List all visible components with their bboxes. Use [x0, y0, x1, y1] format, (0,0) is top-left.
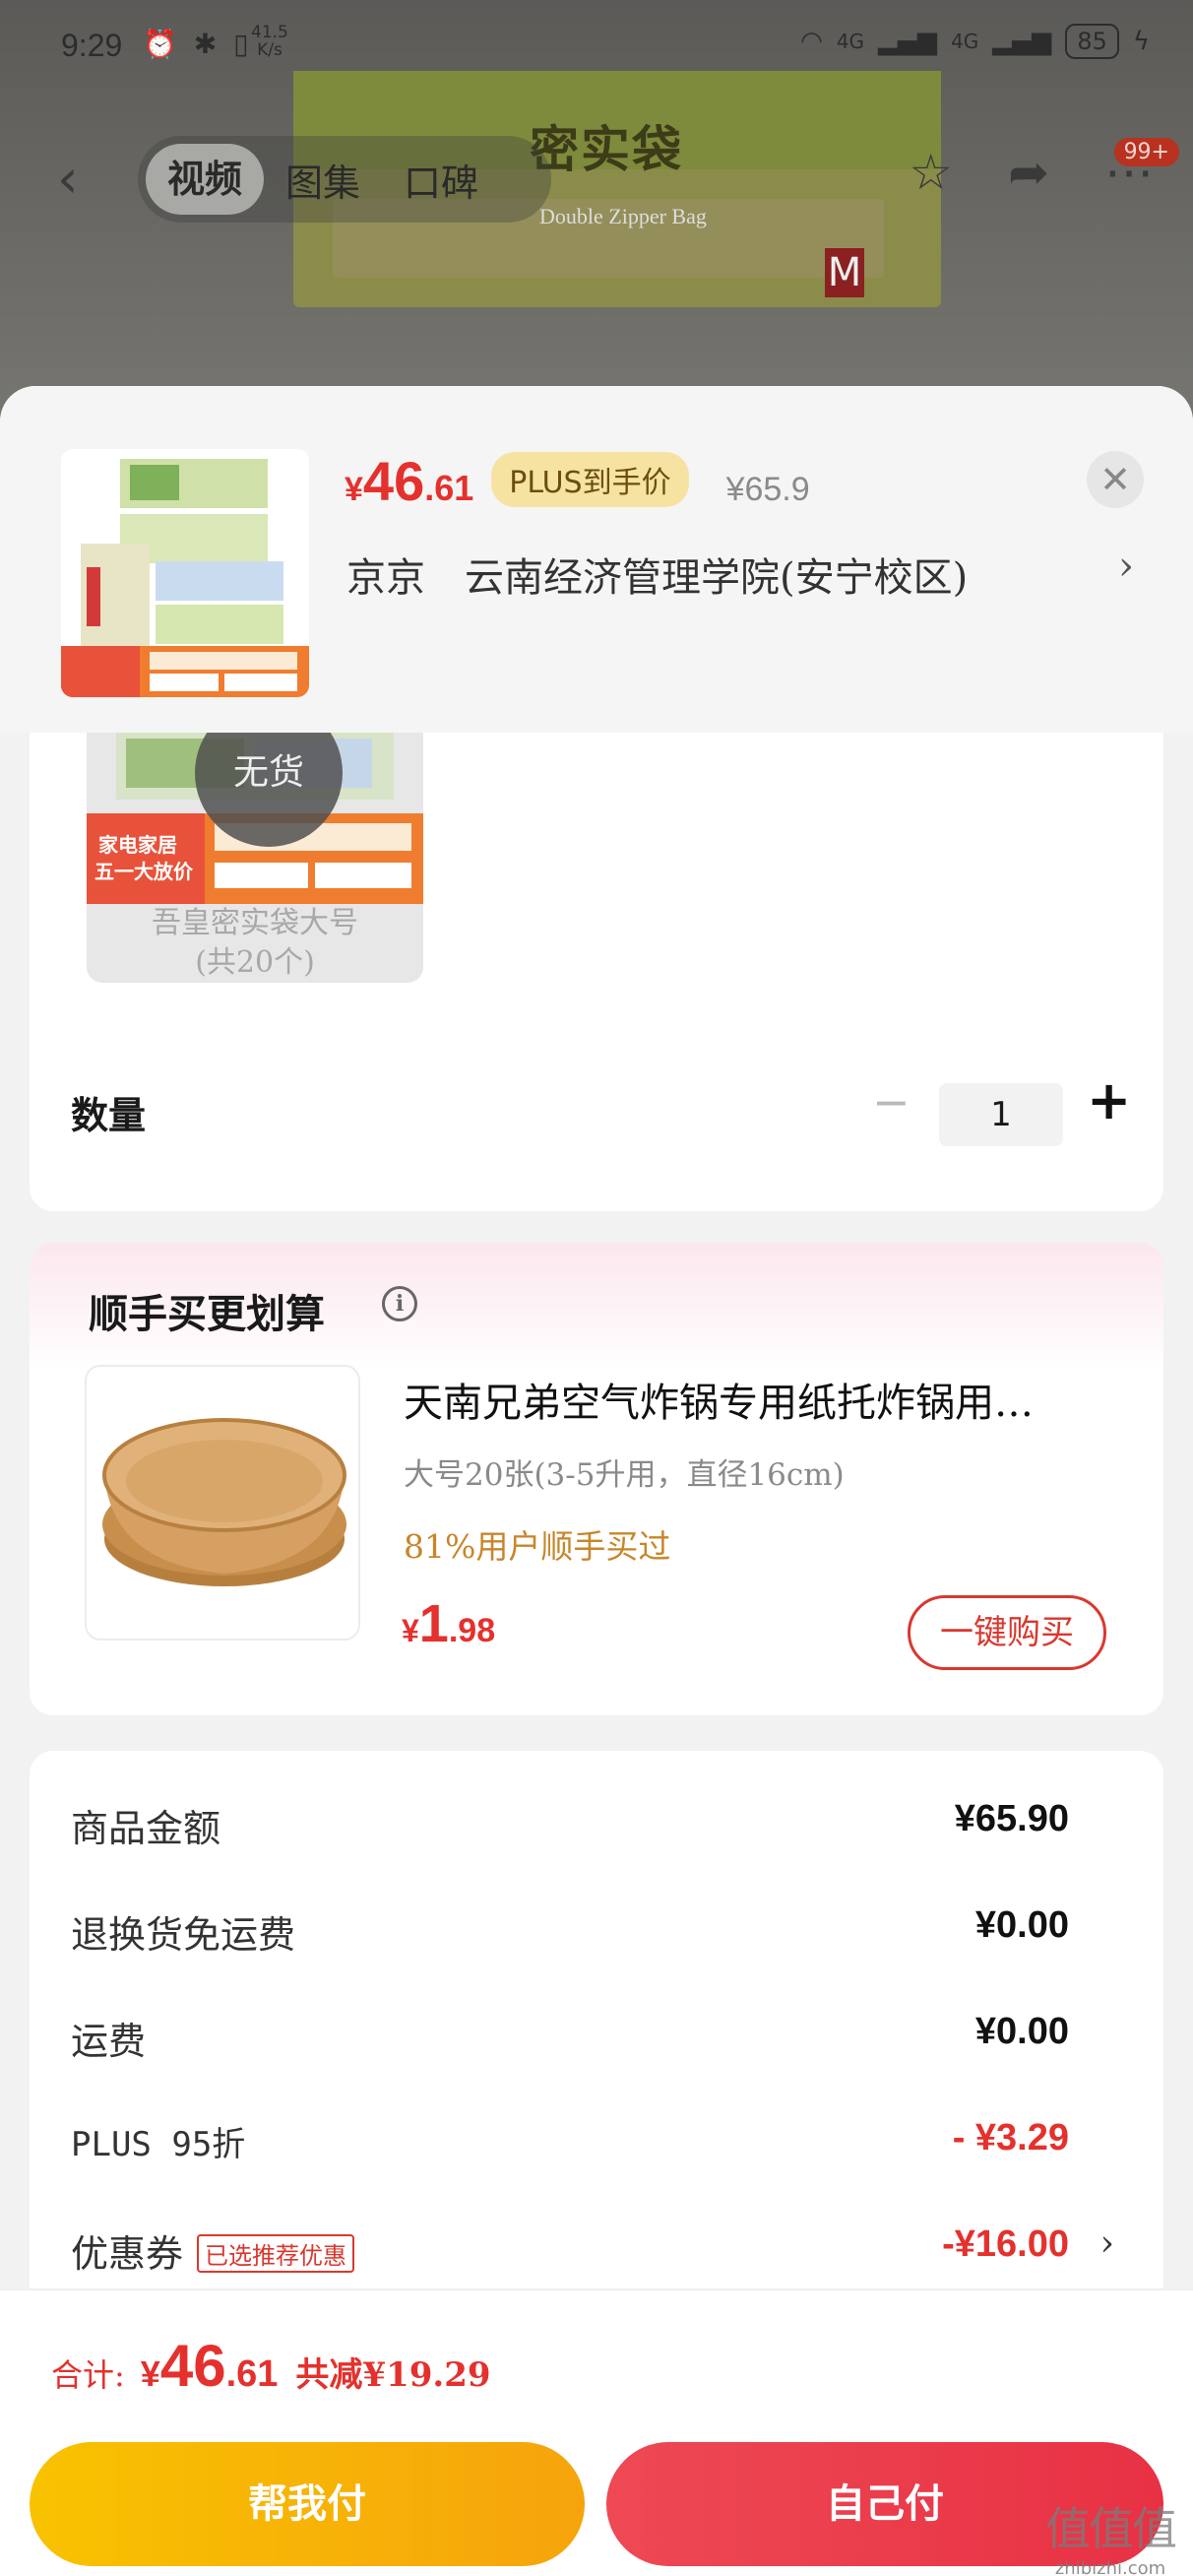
variant-option[interactable]: 家电家居 五一大放价 无货 吾皇密实袋大号 (共20个) [87, 729, 423, 983]
alarm-icon: ⏰ [143, 28, 181, 60]
addon-product-spec: 大号20张(3-5升用，直径16cm) [404, 1457, 845, 1493]
media-tabs: 视频 图集 口碑 [138, 136, 551, 223]
favorite-star-icon[interactable]: ☆ [909, 144, 953, 201]
final-price: ¥46.61 [345, 449, 473, 513]
status-icons: ⏰ ✱ ▯ [143, 28, 253, 60]
summary-row-goods: 商品金额 ¥65.90 [71, 1798, 1114, 1857]
back-icon[interactable]: ‹ [57, 148, 79, 210]
summary-label: 运费 [71, 2020, 147, 2063]
ask-friend-pay-button[interactable]: 帮我付 [30, 2442, 585, 2566]
tab-gallery[interactable]: 图集 [264, 153, 382, 207]
summary-value: ¥65.90 [954, 1798, 1069, 1839]
total-savings: 共减¥19.29 [295, 2355, 491, 2395]
sheet-header: ¥46.61 PLUS到手价 ¥65.9 ✕ 京京 云南经济管理学院(安宁校区)… [0, 386, 1193, 733]
summary-value: -¥16.00 [942, 2223, 1069, 2265]
summary-row-coupon[interactable]: 优惠券 已选推荐优惠 -¥16.00 › [71, 2223, 1114, 2283]
close-icon[interactable]: ✕ [1087, 451, 1144, 508]
network-speed: 41.5 K/s [251, 24, 288, 59]
addon-bought-rate: 81%用户顺手买过 [404, 1527, 671, 1566]
status-right: ◠ 4G ▂▄▆ 4G ▂▄▆ 85 ϟ [800, 24, 1150, 59]
price-decimal: .61 [424, 468, 474, 508]
total-row: 合计: ¥46.61 共减¥19.29 [51, 2332, 491, 2400]
battery-indicator: 85 [1065, 24, 1119, 59]
wifi-icon: ◠ [800, 27, 823, 56]
total-integer: 46 [159, 2333, 226, 2399]
speed-unit: K/s [257, 40, 283, 60]
summary-value: - ¥3.29 [952, 2117, 1069, 2158]
variant-image: 家电家居 五一大放价 无货 [87, 729, 423, 904]
checkout-bar: 合计: ¥46.61 共减¥19.29 帮我付 自己付 [0, 2288, 1193, 2576]
watermark-logo: 值值值 [1045, 2502, 1177, 2555]
promo-text-2: 五一大放价 [94, 860, 194, 883]
summary-label: 商品金额 [71, 1807, 221, 1850]
product-thumbnail [61, 449, 309, 697]
status-time: 9:29 [61, 28, 123, 63]
variant-label: 吾皇密实袋大号 (共20个) [87, 904, 423, 983]
addon-price-integer: 1 [418, 1594, 449, 1653]
addon-product-image[interactable] [85, 1365, 360, 1641]
price-integer: 46 [362, 450, 425, 512]
speed-value: 41.5 [251, 23, 288, 42]
product-nav-bar: ‹ 视频 图集 口碑 ☆ ➦ ⋯ 99+ [0, 128, 1193, 226]
summary-row-shipping: 运费 ¥0.00 [71, 2011, 1114, 2070]
quantity-label: 数量 [71, 1094, 147, 1137]
summary-label: PLUS 95折 [71, 2125, 246, 2164]
addon-title: 顺手买更划算 [89, 1292, 325, 1337]
coupon-label-group: 优惠券 已选推荐优惠 [71, 2223, 355, 2278]
vibrate-icon: ▯ [233, 28, 253, 60]
package-size-letter: M [825, 248, 864, 297]
coupon-recommended-tag: 已选推荐优惠 [197, 2234, 355, 2273]
address-text: 云南经济管理学院(安宁校区) [465, 555, 969, 601]
chevron-right-icon: › [1118, 544, 1134, 589]
signal-bars-icon: ▂▄▆ [992, 27, 1052, 56]
info-icon[interactable]: i [382, 1286, 417, 1321]
share-icon[interactable]: ➦ [1008, 144, 1049, 201]
plus-price-tag: PLUS到手价 [491, 452, 689, 507]
site-watermark: 值值值 zhibizhi.com [1045, 2493, 1177, 2576]
address-city: 京京 [346, 555, 425, 601]
addon-price-decimal: .98 [448, 1612, 496, 1649]
tab-reviews[interactable]: 口碑 [382, 153, 500, 207]
summary-label: 优惠券 [71, 2232, 184, 2276]
summary-value: ¥0.00 [974, 1904, 1069, 1946]
price-summary-card: 商品金额 ¥65.90 退换货免运费 ¥0.00 运费 ¥0.00 PLUS 9… [30, 1751, 1163, 2342]
variant-name: 吾皇密实袋大号 [152, 906, 358, 940]
delivery-address[interactable]: 京京 云南经济管理学院(安宁校区) › [346, 544, 1134, 603]
chevron-right-icon: › [1099, 2223, 1114, 2264]
message-badge: 99+ [1113, 138, 1179, 166]
signal-2: 4G [951, 30, 979, 53]
paper-liner-image [102, 1418, 346, 1586]
signal-bars-icon: ▂▄▆ [878, 27, 938, 56]
total-decimal: .61 [225, 2353, 279, 2395]
purchase-sheet: 数量 − 1 + 家电家居 五一大放价 无货 吾皇密实袋大号 (共20个) ¥4… [0, 386, 1193, 2576]
summary-label: 退换货免运费 [71, 1913, 296, 1957]
total-currency: ¥ [140, 2353, 160, 2394]
variant-count: (共20个) [195, 945, 315, 980]
price-currency: ¥ [345, 471, 363, 508]
quantity-increase-button[interactable]: + [1087, 1069, 1131, 1131]
status-bar: 9:29 ⏰ ✱ ▯ 41.5 K/s ◠ 4G ▂▄▆ 4G ▂▄▆ 85 ϟ [0, 0, 1193, 98]
one-click-buy-button[interactable]: 一键购买 [908, 1595, 1106, 1670]
quantity-decrease-button[interactable]: − [872, 1075, 910, 1128]
total-price: ¥46.61 [141, 2332, 279, 2400]
total-label: 合计: [51, 2356, 125, 2394]
summary-row-plus-discount: PLUS 95折 - ¥3.29 [71, 2117, 1114, 2176]
addon-recommendation-card: 顺手买更划算 i 天南兄弟空气炸锅专用纸托炸锅用… 大号20张(3-5升用，直径… [30, 1243, 1163, 1715]
tab-video[interactable]: 视频 [146, 144, 265, 215]
charging-icon: ϟ [1132, 27, 1150, 56]
addon-price: ¥1.98 [402, 1593, 495, 1654]
quantity-input[interactable]: 1 [939, 1083, 1063, 1146]
bluetooth-icon: ✱ [193, 28, 221, 60]
original-price: ¥65.9 [725, 471, 810, 508]
price-row: ¥46.61 PLUS到手价 ¥65.9 [345, 449, 810, 515]
summary-row-return-shipping: 退换货免运费 ¥0.00 [71, 1904, 1114, 1964]
addon-price-currency: ¥ [402, 1613, 419, 1648]
watermark-url: zhibizhi.com [1054, 2558, 1166, 2576]
signal-1: 4G [836, 30, 865, 53]
addon-product-name[interactable]: 天南兄弟空气炸锅专用纸托炸锅用… [404, 1371, 1112, 1428]
product-thumbnail-image [61, 459, 309, 697]
summary-value: ¥0.00 [974, 2011, 1069, 2052]
promo-text-1: 家电家居 [98, 833, 177, 857]
